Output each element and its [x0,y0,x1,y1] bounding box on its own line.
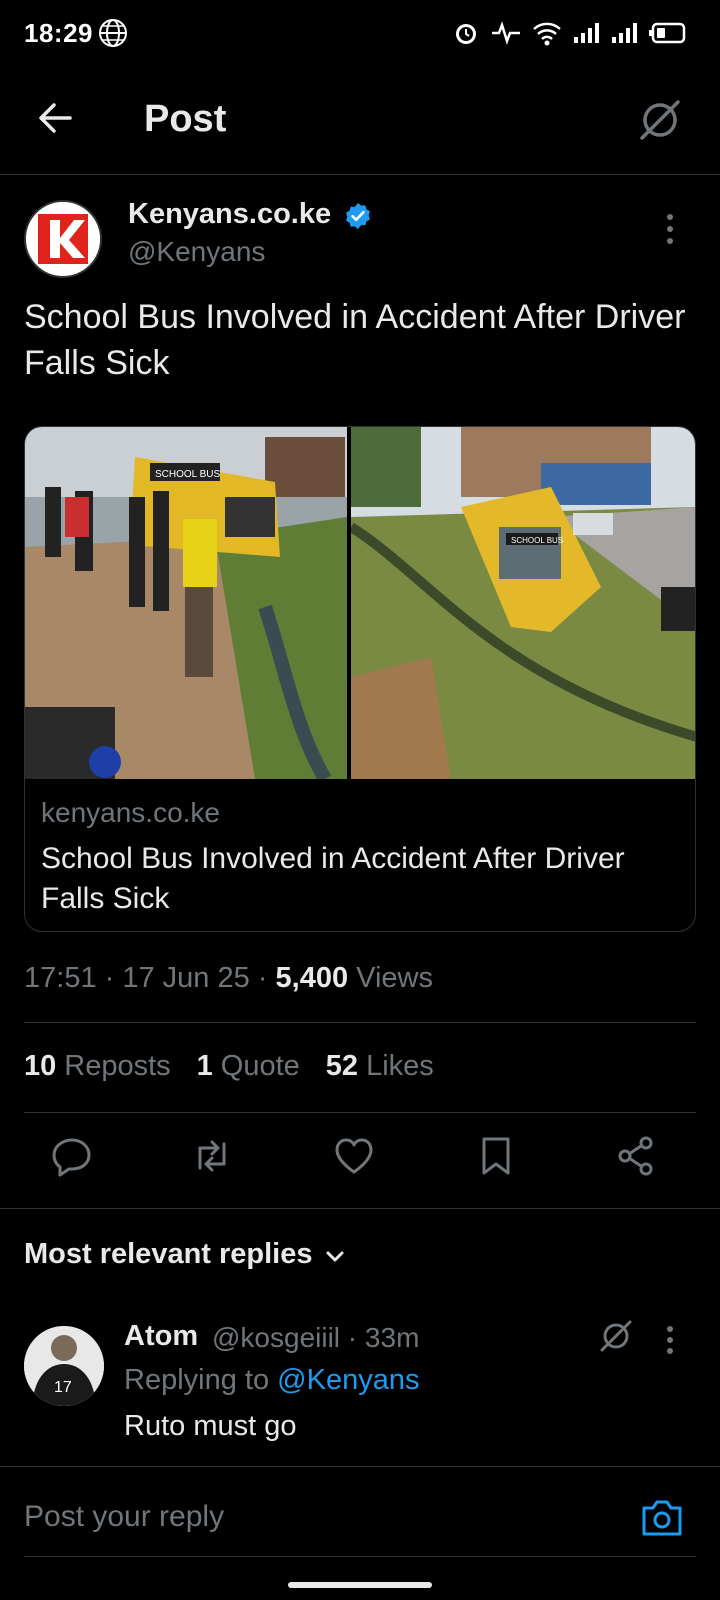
reply-avatar-image: 17 [24,1326,104,1406]
card-domain: kenyans.co.ke [41,797,220,828]
alarm-icon [456,24,476,44]
divider [0,1208,720,1209]
likes-count: 52 [325,1050,359,1082]
divider [24,1022,696,1023]
author-avatar[interactable] [24,200,102,278]
more-options-icon[interactable] [664,1324,676,1356]
composer-underline [24,1556,696,1557]
reply-author-name[interactable]: Atom [124,1320,198,1353]
signal-icon-2 [612,23,637,43]
globe-icon [99,19,127,47]
wifi-icon [533,22,561,46]
replying-to-handle[interactable]: @Kenyans [277,1364,419,1396]
more-options-icon[interactable] [664,212,676,246]
battery-icon [649,22,686,44]
reposts-label: Reposts [64,1050,171,1082]
home-indicator[interactable] [288,1582,432,1588]
chevron-down-icon[interactable] [322,1244,348,1270]
replies-filter-label[interactable]: Most relevant replies [24,1238,313,1271]
divider [0,1466,720,1467]
author-handle[interactable]: @Kenyans [128,236,265,268]
status-bar: 18:29 [0,0,720,64]
reply-handle-age: @kosgeiiil · 33m [212,1322,420,1353]
bookmark-icon[interactable] [474,1134,518,1178]
bus-sign-right: SCHOOL BUS [511,536,563,545]
accident-photo-left: SCHOOL BUS [25,427,347,779]
author-name[interactable]: Kenyans.co.ke [128,198,331,231]
reply-icon[interactable] [50,1134,94,1178]
post-text: School Bus Involved in Accident After Dr… [24,298,686,382]
views-label: Views [356,962,434,994]
reply-avatar[interactable]: 17 [24,1326,104,1406]
replying-to: Replying to @Kenyans [124,1364,419,1397]
divider [24,1112,696,1113]
status-time: 18:29 [24,18,93,48]
camera-icon[interactable] [640,1498,684,1538]
action-bar [0,1134,720,1190]
quotes-label: Quote [220,1050,300,1082]
like-icon[interactable] [332,1134,376,1178]
reply-input[interactable]: Post your reply [24,1500,224,1534]
reposts-count: 10 [24,1050,57,1082]
likes-stat[interactable]: 52 Likes [326,1050,434,1083]
grok-icon[interactable] [636,96,684,144]
svg-text:17: 17 [54,1379,72,1396]
reply-text: Ruto must go [124,1410,297,1442]
status-icons [452,18,686,48]
quotes-stat[interactable]: 1 Quote [197,1050,300,1083]
repost-icon[interactable] [190,1134,234,1178]
grok-icon[interactable] [598,1318,634,1354]
verified-badge-icon [346,203,370,229]
reposts-stat[interactable]: 10 Reposts [24,1050,171,1083]
views-count: 5,400 [275,962,349,994]
reply-age: 33m [364,1322,420,1353]
signal-icon [574,23,599,43]
likes-label: Likes [366,1050,434,1082]
share-icon[interactable] [614,1134,658,1178]
engagement-stats: 10 Reposts 1 Quote 52 Likes [24,1050,434,1083]
post-time: 17:51 [24,962,97,994]
link-card[interactable]: SCHOOL BUS SCHOOL BUS kenyans.co.ke Scho… [24,426,696,932]
activity-icon [492,21,520,45]
kenyans-logo [26,202,100,276]
replying-to-label: Replying to [124,1364,270,1396]
reply-author-handle[interactable]: @kosgeiiil [212,1322,340,1353]
top-app-bar [0,64,720,175]
accident-photo-right: SCHOOL BUS [351,427,695,779]
bus-sign-left: SCHOOL BUS [155,469,221,480]
card-title: School Bus Involved in Accident After Dr… [41,842,625,915]
post-meta: 17:51 · 17 Jun 25 · 5,400 Views [24,962,434,994]
back-arrow-icon[interactable] [36,96,76,140]
quotes-count: 1 [196,1050,213,1082]
post-date: 17 Jun 25 [122,962,250,994]
page-title: Post [144,98,227,140]
